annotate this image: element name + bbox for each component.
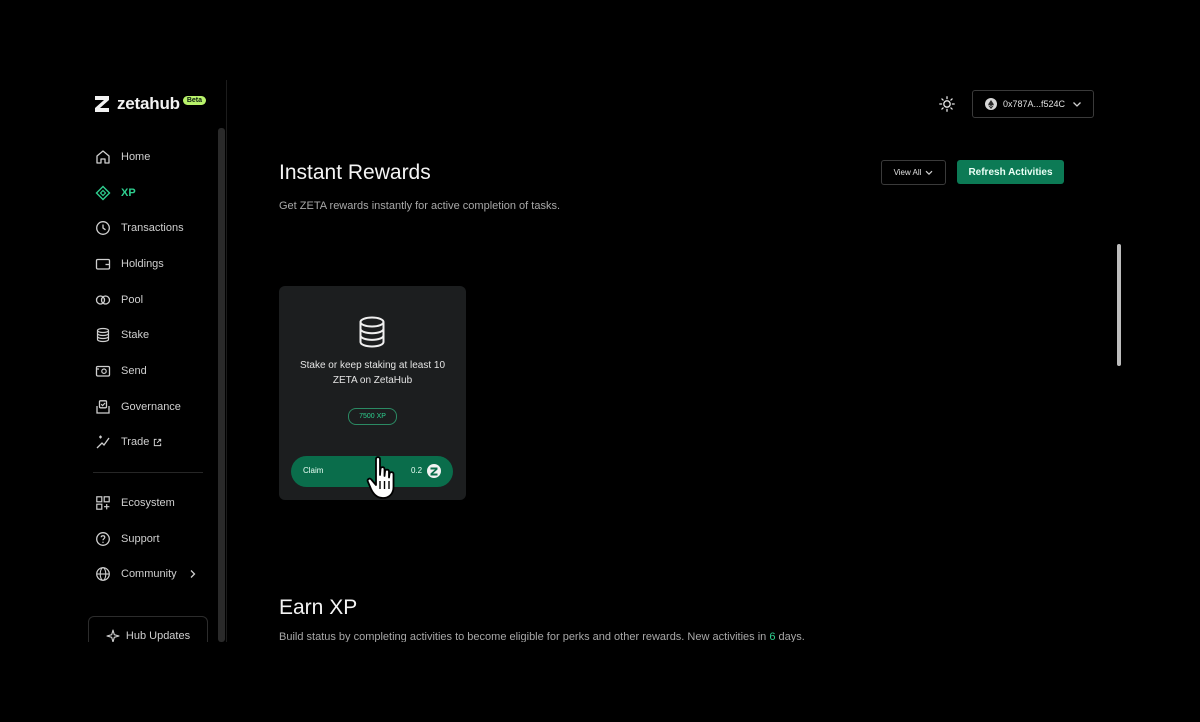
sidebar-divider	[93, 472, 203, 473]
app-viewport: zetahub Beta Home XP Transactions Holdin…	[0, 80, 1200, 642]
pool-icon	[94, 292, 111, 309]
sidebar-item-home[interactable]: Home	[94, 147, 150, 167]
sidebar-item-holdings[interactable]: Holdings	[94, 254, 164, 274]
task-description: Stake or keep staking at least 10 ZETA o…	[299, 360, 446, 386]
sidebar-item-label: XP	[121, 187, 136, 199]
wallet-icon	[94, 256, 111, 273]
help-icon	[94, 531, 111, 548]
sidebar-item-label: Home	[121, 151, 151, 163]
hand-cursor-icon	[366, 456, 395, 499]
main-scrollbar[interactable]	[1117, 244, 1121, 366]
sidebar: zetahub Beta Home XP Transactions Holdin…	[0, 80, 227, 642]
trade-icon	[94, 434, 111, 451]
sun-icon	[939, 96, 955, 112]
sidebar-item-transactions[interactable]: Transactions	[94, 218, 184, 238]
sidebar-item-ecosystem[interactable]: Ecosystem	[94, 493, 175, 513]
earn-xp-subtitle-suffix: days.	[775, 631, 805, 642]
ethereum-icon	[985, 98, 997, 110]
globe-icon	[94, 566, 111, 583]
logo[interactable]: zetahub Beta	[94, 94, 207, 114]
instant-rewards-title: Instant Rewards	[279, 161, 431, 184]
xp-badge-label: 7500 XP	[359, 413, 386, 420]
earn-xp-title: Earn XP	[279, 596, 358, 619]
sparkle-icon	[106, 629, 120, 642]
claim-label: Claim	[303, 466, 324, 475]
sidebar-scrollbar[interactable]	[218, 128, 225, 642]
sidebar-item-label: Support	[121, 533, 160, 545]
refresh-activities-button[interactable]: Refresh Activities	[957, 160, 1064, 184]
logo-text: zetahub	[117, 94, 180, 113]
sidebar-item-label: Transactions	[121, 222, 184, 234]
diamond-icon	[94, 185, 111, 202]
refresh-activities-label: Refresh Activities	[968, 166, 1053, 178]
instant-rewards-subtitle: Get ZETA rewards instantly for active co…	[279, 200, 561, 212]
earn-xp-subtitle-text: Build status by completing activities to…	[279, 631, 770, 642]
sidebar-item-label: Governance	[121, 401, 181, 413]
sidebar-item-pool[interactable]: Pool	[94, 290, 143, 310]
wallet-button[interactable]: 0x787A...f524C	[972, 90, 1094, 118]
home-icon	[94, 149, 111, 166]
zetahub-logo-icon	[95, 96, 109, 112]
view-all-label: View All	[893, 168, 922, 177]
database-icon	[359, 316, 385, 348]
sidebar-item-label: Pool	[121, 294, 144, 306]
sidebar-item-label: Community	[121, 568, 177, 580]
chevron-down-icon	[1073, 101, 1082, 107]
chevron-down-icon	[926, 170, 933, 175]
sidebar-item-support[interactable]: Support	[94, 529, 160, 549]
wallet-address: 0x787A...f524C	[1003, 99, 1066, 109]
chevron-right-icon	[190, 570, 196, 578]
earn-xp-subtitle: Build status by completing activities to…	[279, 631, 805, 642]
hub-updates-button[interactable]: Hub Updates	[88, 616, 208, 642]
sidebar-item-send[interactable]: Send	[94, 361, 147, 381]
zeta-token-icon	[427, 464, 441, 478]
governance-icon	[94, 399, 111, 416]
sidebar-item-label: Send	[121, 365, 147, 377]
sidebar-item-label: Ecosystem	[121, 497, 175, 509]
send-icon	[94, 363, 111, 380]
sidebar-item-label: Holdings	[121, 258, 164, 270]
hub-updates-label: Hub Updates	[125, 630, 191, 642]
sidebar-item-label: Stake	[121, 329, 150, 341]
theme-toggle-button[interactable]	[938, 95, 956, 113]
sidebar-item-label: Trade	[121, 436, 150, 448]
grid-plus-icon	[94, 495, 111, 512]
sidebar-item-stake[interactable]: Stake	[94, 325, 149, 345]
sidebar-item-xp[interactable]: XP	[94, 183, 136, 203]
view-all-dropdown[interactable]: View All	[881, 160, 946, 185]
sidebar-item-governance[interactable]: Governance	[94, 397, 181, 417]
database-icon	[94, 327, 111, 344]
clock-icon	[94, 220, 111, 237]
sidebar-item-community[interactable]: Community	[94, 564, 197, 584]
external-link-icon	[154, 438, 162, 446]
claim-amount: 0.2	[411, 466, 423, 475]
beta-badge: Beta	[182, 95, 207, 105]
sidebar-item-trade[interactable]: Trade	[94, 432, 162, 452]
xp-badge: 7500 XP	[348, 408, 397, 425]
